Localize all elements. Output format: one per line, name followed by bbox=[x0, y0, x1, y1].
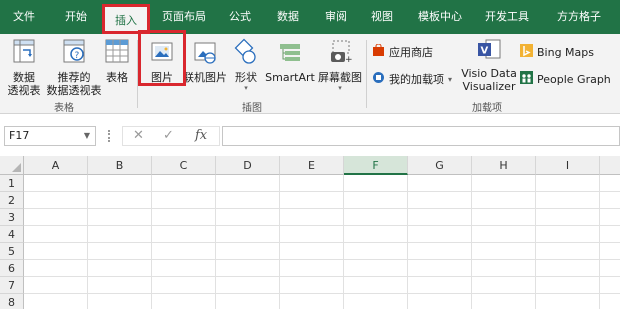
screenshot-dropdown-icon: ▾ bbox=[338, 84, 342, 92]
svg-text:?: ? bbox=[75, 51, 80, 61]
addins-group-label: 加载项 bbox=[472, 103, 502, 114]
tables-group-label: 表格 bbox=[54, 103, 74, 114]
shapes-dropdown-icon: ▾ bbox=[244, 84, 248, 92]
formula-bar-grip[interactable] bbox=[108, 130, 110, 142]
tab-data[interactable]: 数据 bbox=[266, 0, 310, 34]
store-label: 应用商店 bbox=[389, 46, 433, 59]
name-box-value: F17 bbox=[9, 129, 30, 142]
table-label: 表格 bbox=[106, 71, 128, 84]
name-box[interactable]: F17 ▼ bbox=[4, 126, 96, 146]
tab-review[interactable]: 审阅 bbox=[314, 0, 358, 34]
screenshot-label: 屏幕截图 bbox=[318, 71, 362, 84]
tab-view[interactable]: 视图 bbox=[360, 0, 404, 34]
column-header-d[interactable]: D bbox=[216, 156, 280, 175]
name-box-dropdown-icon[interactable]: ▼ bbox=[84, 127, 90, 145]
column-header-f[interactable]: F bbox=[344, 156, 408, 175]
pivot-table-button[interactable]: 数据 透视表 bbox=[4, 38, 44, 97]
smartart-icon bbox=[264, 38, 316, 69]
bing-maps-button[interactable]: Bing Maps bbox=[520, 44, 594, 60]
column-header-c[interactable]: C bbox=[152, 156, 216, 175]
group-divider bbox=[366, 40, 367, 108]
formula-bar: F17 ▼ ✕ ✓ fx bbox=[0, 122, 620, 150]
row-header-2[interactable]: 2 bbox=[0, 192, 24, 209]
pivot-table-label-2: 透视表 bbox=[7, 84, 41, 97]
tab-page-layout[interactable]: 页面布局 bbox=[154, 0, 214, 34]
tab-file[interactable]: 文件 bbox=[0, 0, 48, 34]
visio-label-2: Visualizer bbox=[462, 80, 516, 93]
column-header-b[interactable]: B bbox=[88, 156, 152, 175]
store-button[interactable]: 应用商店 bbox=[372, 43, 433, 60]
column-header-i[interactable]: I bbox=[536, 156, 600, 175]
smartart-button[interactable]: SmartArt bbox=[264, 38, 316, 84]
shapes-label: 形状 bbox=[235, 71, 257, 84]
people-graph-label: People Graph bbox=[537, 72, 611, 86]
pivot-table-label-1: 数据 bbox=[13, 71, 35, 84]
recommended-pivot-label-2: 数据透视表 bbox=[46, 84, 102, 97]
recommended-pivot-label-1: 推荐的 bbox=[57, 71, 91, 84]
shapes-icon bbox=[230, 38, 262, 69]
shapes-button[interactable]: 形状 ▾ bbox=[230, 38, 262, 92]
svg-text:+: + bbox=[345, 55, 353, 65]
screenshot-icon: + bbox=[316, 38, 364, 69]
table-icon bbox=[102, 38, 132, 69]
my-addins-label: 我的加载项 bbox=[389, 73, 444, 86]
insert-function-icon[interactable]: fx bbox=[195, 128, 207, 143]
store-icon bbox=[372, 43, 385, 60]
column-header-h[interactable]: H bbox=[472, 156, 536, 175]
ribbon-tab-bar: 文件 开始 插入 页面布局 公式 数据 审阅 视图 模板中心 开发工具 方方格子 bbox=[0, 0, 620, 34]
cancel-icon[interactable]: ✕ bbox=[133, 128, 144, 143]
tab-template-center[interactable]: 模板中心 bbox=[408, 0, 472, 34]
worksheet-grid: A B C D E F G H I 1 2 3 4 5 6 7 8 bbox=[0, 156, 620, 309]
my-addins-dropdown-icon: ▾ bbox=[448, 74, 453, 84]
bing-maps-label: Bing Maps bbox=[537, 45, 594, 59]
smartart-label: SmartArt bbox=[265, 71, 315, 84]
column-header-a[interactable]: A bbox=[24, 156, 88, 175]
pivot-table-icon bbox=[4, 38, 44, 69]
select-all-corner[interactable] bbox=[0, 156, 24, 175]
column-header-g[interactable]: G bbox=[408, 156, 472, 175]
row-header-1[interactable]: 1 bbox=[0, 175, 24, 192]
screenshot-button[interactable]: + 屏幕截图 ▾ bbox=[316, 38, 364, 92]
cell-area[interactable] bbox=[24, 175, 620, 309]
people-graph-icon bbox=[520, 71, 533, 87]
illustrations-group-label: 插图 bbox=[242, 103, 262, 114]
table-button[interactable]: 表格 bbox=[102, 38, 132, 84]
row-header-7[interactable]: 7 bbox=[0, 277, 24, 294]
online-pictures-label: 联机图片 bbox=[183, 71, 227, 84]
column-header-overflow[interactable] bbox=[600, 156, 620, 175]
row-header-4[interactable]: 4 bbox=[0, 226, 24, 243]
visio-icon: V bbox=[460, 38, 518, 65]
visio-label-1: Visio Data bbox=[461, 67, 517, 80]
visio-data-visualizer-button[interactable]: V Visio Data Visualizer bbox=[460, 38, 518, 93]
my-addins-icon bbox=[372, 71, 385, 87]
row-header-3[interactable]: 3 bbox=[0, 209, 24, 226]
people-graph-button[interactable]: People Graph bbox=[520, 71, 611, 87]
recommended-pivot-button[interactable]: ? 推荐的 数据透视表 bbox=[46, 38, 102, 97]
svg-text:V: V bbox=[481, 46, 489, 57]
row-header-5[interactable]: 5 bbox=[0, 243, 24, 260]
enter-icon[interactable]: ✓ bbox=[163, 128, 174, 143]
tab-formulas[interactable]: 公式 bbox=[218, 0, 262, 34]
row-header-6[interactable]: 6 bbox=[0, 260, 24, 277]
tab-home[interactable]: 开始 bbox=[52, 0, 100, 34]
pictures-highlight-box bbox=[138, 30, 186, 86]
online-pictures-button[interactable]: 联机图片 bbox=[181, 38, 229, 84]
bing-maps-icon bbox=[520, 44, 533, 60]
column-header-e[interactable]: E bbox=[280, 156, 344, 175]
tab-developer[interactable]: 开发工具 bbox=[478, 0, 536, 34]
row-header-8[interactable]: 8 bbox=[0, 294, 24, 309]
my-addins-button[interactable]: 我的加载项 ▾ bbox=[372, 71, 452, 87]
ribbon: 数据 透视表 ? 推荐的 数据透视表 表格 表格 图片 联机图片 形状 ▾ Sm… bbox=[0, 34, 620, 114]
formula-input[interactable] bbox=[222, 126, 620, 146]
recommended-pivot-icon: ? bbox=[46, 38, 102, 69]
online-picture-icon bbox=[181, 38, 229, 69]
formula-bar-buttons: ✕ ✓ fx bbox=[122, 126, 220, 146]
tab-fangfanggezi[interactable]: 方方格子 bbox=[546, 0, 612, 34]
